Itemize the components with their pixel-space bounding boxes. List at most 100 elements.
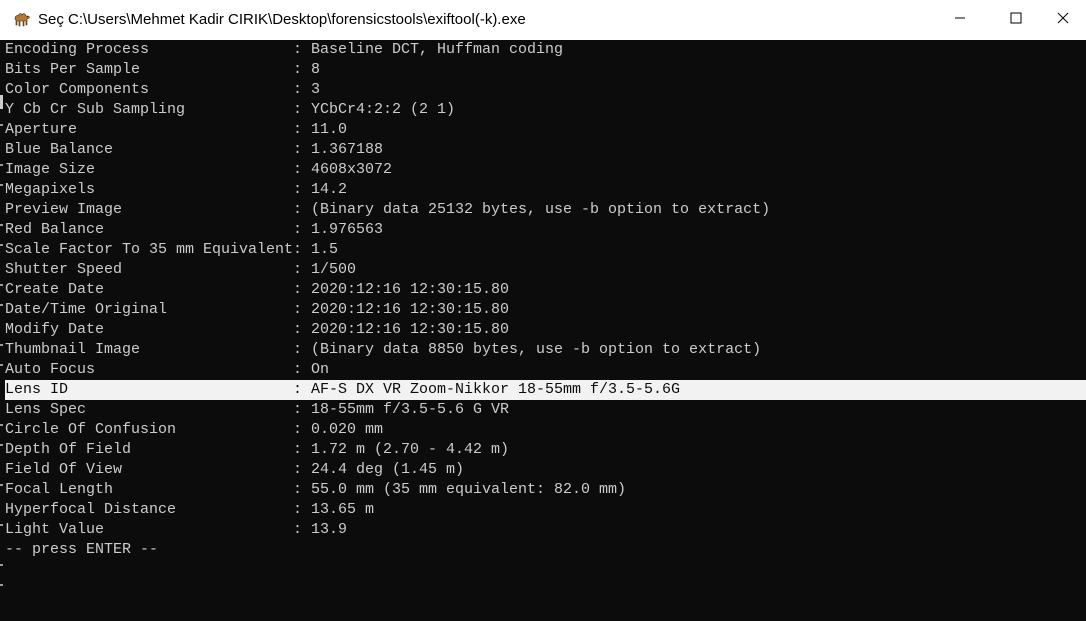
console-line[interactable]: Encoding Process: Baseline DCT, Huffman c…	[5, 40, 1086, 60]
field-name: Create Date	[5, 281, 105, 298]
maximize-button[interactable]	[993, 0, 1039, 40]
console-line[interactable]: Light Value:13.9	[5, 520, 1086, 540]
console-line[interactable]: Depth Of Field:1.72 m (2.70 - 4.42 m)	[5, 440, 1086, 460]
field-separator: :	[293, 481, 303, 498]
field-name: Color Components	[5, 81, 150, 98]
window-title: Seç C:\Users\Mehmet Kadir CIRIK\Desktop\…	[38, 11, 526, 28]
field-separator: :	[293, 281, 303, 298]
field-value: 13.9	[311, 521, 348, 538]
console-line[interactable]: Megapixels:14.2	[5, 180, 1086, 200]
field-value: 4608x3072	[311, 161, 393, 178]
console-line[interactable]: Aperture:11.0	[5, 120, 1086, 140]
camel-icon	[12, 10, 32, 30]
selection-marker	[0, 95, 3, 109]
edge-tick	[0, 304, 3, 306]
field-name: Depth Of Field	[5, 441, 132, 458]
console-line[interactable]: Thumbnail Image: (Binary data 8850 bytes,…	[5, 340, 1086, 360]
field-name: Thumbnail Image	[5, 341, 141, 358]
console-output[interactable]: Encoding Process: Baseline DCT, Huffman c…	[0, 40, 1086, 621]
field-separator: :	[293, 341, 303, 358]
edge-tick	[0, 444, 3, 446]
field-name: Auto Focus	[5, 361, 96, 378]
field-separator: :	[293, 441, 303, 458]
field-separator: :	[293, 501, 303, 518]
edge-tick	[0, 524, 3, 526]
field-separator: :	[293, 141, 303, 158]
field-separator: :	[293, 321, 303, 338]
console-line[interactable]: Date/Time Original:2020:12:16 12:30:15.8…	[5, 300, 1086, 320]
field-value: 1/500	[311, 261, 357, 278]
field-value: 1.976563	[311, 221, 384, 238]
edge-tick	[0, 364, 3, 366]
field-name: Scale Factor To 35 mm Equivalent	[5, 241, 294, 258]
field-value: (Binary data 25132 bytes, use -b option …	[311, 201, 771, 218]
console-line[interactable]: Focal Length:55.0 mm (35 mm equivalent: …	[5, 480, 1086, 500]
field-value: (Binary data 8850 bytes, use -b option t…	[311, 341, 762, 358]
console-line[interactable]: Color Components:3	[5, 80, 1086, 100]
field-name: Red Balance	[5, 221, 105, 238]
field-name: Aperture	[5, 121, 78, 138]
console-line[interactable]: Bits Per Sample:8	[5, 60, 1086, 80]
edge-tick	[0, 184, 3, 186]
field-value: YCbCr4:2:2 (2 1)	[311, 101, 456, 118]
edge-tick	[0, 244, 3, 246]
field-name: Y Cb Cr Sub Sampling	[5, 101, 186, 118]
edge-tick	[0, 124, 3, 126]
field-value: 24.4 deg (1.45 m)	[311, 461, 465, 478]
edge-tick	[0, 284, 3, 286]
minimize-button[interactable]	[937, 0, 983, 40]
console-line[interactable]: Hyperfocal Distance:13.65 m	[5, 500, 1086, 520]
field-separator: :	[293, 161, 303, 178]
field-name: Bits Per Sample	[5, 61, 141, 78]
field-name: Hyperfocal Distance	[5, 501, 177, 518]
field-value: 1.5	[311, 241, 339, 258]
console-line[interactable]: Lens Spec:18-55mm f/3.5-5.6 G VR	[5, 400, 1086, 420]
console-line[interactable]: Modify Date:2020:12:16 12:30:15.80	[5, 320, 1086, 340]
field-name: Image Size	[5, 161, 96, 178]
field-value: 2020:12:16 12:30:15.80	[311, 301, 510, 318]
field-value: On	[311, 361, 330, 378]
field-separator: :	[293, 81, 303, 98]
field-separator: :	[293, 401, 303, 418]
field-value: 3	[311, 81, 321, 98]
edge-tick	[0, 564, 3, 566]
console-line[interactable]: Image Size:4608x3072	[5, 160, 1086, 180]
field-separator: :	[293, 221, 303, 238]
field-name: Encoding Process	[5, 41, 150, 58]
edge-tick	[0, 224, 3, 226]
console-line-selected[interactable]: Lens ID: AF-S DX VR Zoom-Nikkor 18-55mm f…	[5, 380, 1086, 400]
maximize-icon	[1010, 11, 1022, 29]
field-value: 13.65 m	[311, 501, 375, 518]
field-name: Circle Of Confusion	[5, 421, 177, 438]
field-separator: :	[293, 101, 303, 118]
field-name: Shutter Speed	[5, 261, 123, 278]
field-separator: :	[293, 381, 303, 398]
console-line[interactable]: Create Date:2020:12:16 12:30:15.80	[5, 280, 1086, 300]
console-left-edge	[0, 40, 4, 621]
field-separator: :	[293, 181, 303, 198]
console-line[interactable]: Auto Focus: On	[5, 360, 1086, 380]
console-line[interactable]: Y Cb Cr Sub Sampling: YCbCr4:2:2 (2 1)	[5, 100, 1086, 120]
console-line[interactable]: Field Of View:24.4 deg (1.45 m)	[5, 460, 1086, 480]
title-bar[interactable]: Seç C:\Users\Mehmet Kadir CIRIK\Desktop\…	[0, 0, 1086, 41]
field-name: Light Value	[5, 521, 105, 538]
field-name: Date/Time Original	[5, 301, 168, 318]
field-name: Megapixels	[5, 181, 96, 198]
field-separator: :	[293, 301, 303, 318]
field-name: Blue Balance	[5, 141, 114, 158]
field-separator: :	[293, 421, 303, 438]
field-name: Modify Date	[5, 321, 105, 338]
field-value: 0.020 mm	[311, 421, 384, 438]
field-value: 14.2	[311, 181, 348, 198]
console-line[interactable]: Circle Of Confusion:0.020 mm	[5, 420, 1086, 440]
field-name: Lens Spec	[5, 401, 87, 418]
field-name: Lens ID	[5, 381, 69, 398]
console-line[interactable]: Red Balance:1.976563	[5, 220, 1086, 240]
console-line[interactable]: Scale Factor To 35 mm Equivalent:1.5	[5, 240, 1086, 260]
press-enter-prompt: -- press ENTER --	[5, 541, 159, 558]
console-line[interactable]: Shutter Speed:1/500	[5, 260, 1086, 280]
console-line[interactable]: Preview Image: (Binary data 25132 bytes, …	[5, 200, 1086, 220]
close-button[interactable]	[1040, 0, 1086, 40]
field-value: AF-S DX VR Zoom-Nikkor 18-55mm f/3.5-5.6…	[311, 381, 681, 398]
console-line[interactable]: Blue Balance:1.367188	[5, 140, 1086, 160]
